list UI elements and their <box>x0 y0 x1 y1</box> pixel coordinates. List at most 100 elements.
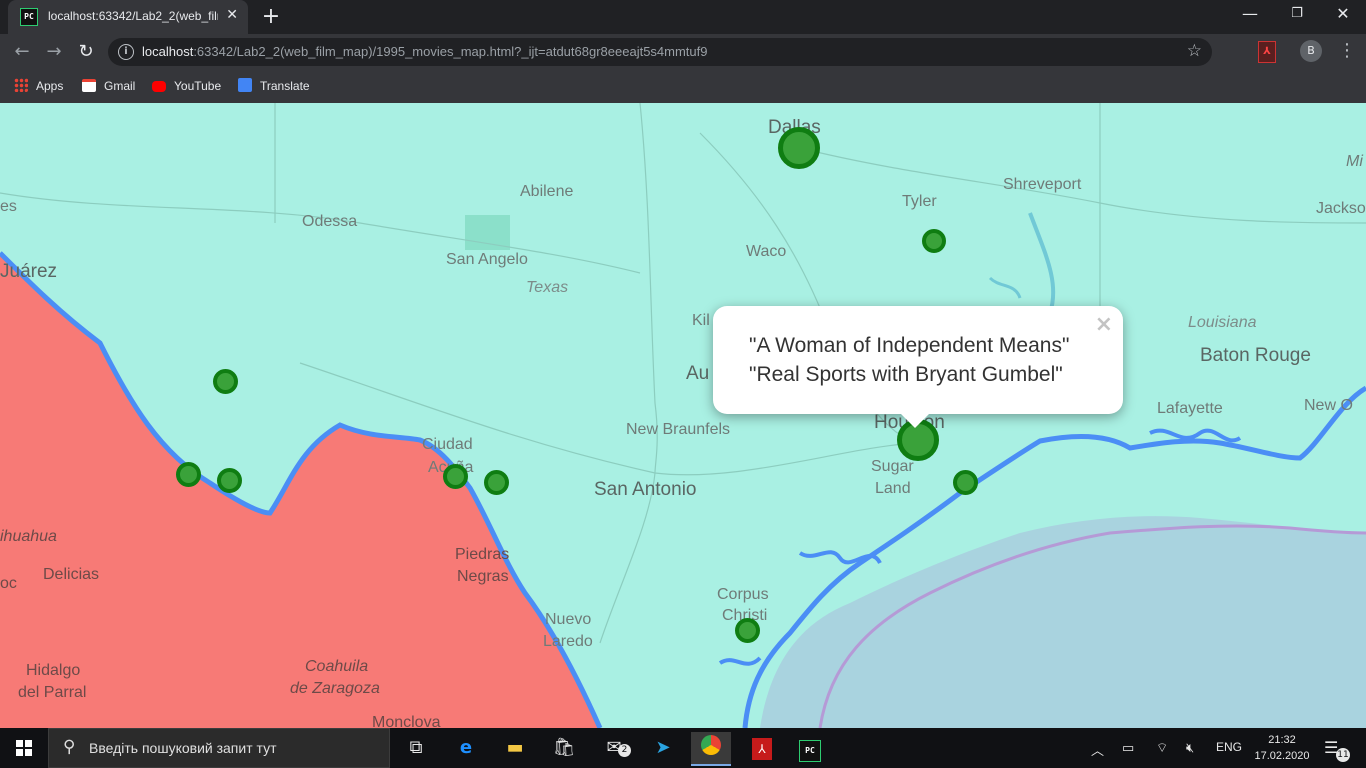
label-shreveport: Shreveport <box>1003 176 1082 193</box>
popup-film-title: "Real Sports with Bryant Gumbel" <box>749 363 1063 386</box>
chrome-menu-icon[interactable]: ⋮ <box>1338 40 1356 62</box>
minimize-button[interactable]: — <box>1236 4 1264 23</box>
label-juarez: Juárez <box>0 261 58 282</box>
bookmark-apps[interactable]: Apps <box>14 77 63 95</box>
url-text[interactable]: localhost:63342/Lab2_2(web_film_map)/199… <box>142 44 708 59</box>
map-marker[interactable] <box>176 462 201 487</box>
pdf-extension-icon[interactable]: ⅄ <box>1258 41 1276 63</box>
label-abilene: Abilene <box>520 183 574 200</box>
label-lafayette: Lafayette <box>1157 400 1223 417</box>
map-marker[interactable] <box>213 369 238 394</box>
browser-toolbar: ← → ↻ i localhost:63342/Lab2_2(web_film_… <box>0 34 1366 70</box>
notifications-icon[interactable]: ☰ 11 <box>1324 738 1350 762</box>
tray-chevron-icon[interactable]: ︿ <box>1091 740 1104 759</box>
pycharm-favicon-icon: PC <box>20 8 38 26</box>
label-monclova: Monclova <box>372 714 441 728</box>
bookmark-youtube[interactable]: YouTube <box>152 77 221 95</box>
label-tyler: Tyler <box>902 193 937 210</box>
label-kil: Kil <box>692 312 710 329</box>
search-icon: ⚲ <box>63 737 76 757</box>
profile-avatar[interactable]: B <box>1300 40 1322 62</box>
label-chihuahua: ihuahua <box>0 528 57 545</box>
windows-start-icon[interactable] <box>16 740 32 756</box>
label-san-angelo: San Angelo <box>446 251 528 268</box>
windows-taskbar: ⚲ Введіть пошуковий запит тут ⧉ e ▬ 🛍 ✉ 2… <box>0 728 1366 768</box>
restore-button[interactable]: ❐ <box>1283 6 1311 21</box>
map-marker[interactable] <box>484 470 509 495</box>
acrobat-icon[interactable]: ⅄ <box>742 734 782 762</box>
battery-icon[interactable]: ▭ <box>1122 740 1134 756</box>
map-marker[interactable] <box>953 470 978 495</box>
edge-icon[interactable]: e <box>446 734 486 762</box>
label-texas: Texas <box>526 279 569 296</box>
telegram-icon[interactable]: ➤ <box>643 734 683 762</box>
search-placeholder: Введіть пошуковий запит тут <box>89 740 277 756</box>
label-baton-rouge: Baton Rouge <box>1200 345 1311 366</box>
label-new-braunfels: New Braunfels <box>626 421 731 438</box>
translate-icon <box>238 78 252 92</box>
label-delicias: Delicias <box>43 566 100 583</box>
popup-film-title: "A Woman of Independent Means" <box>749 334 1070 357</box>
clock-time: 21:32 <box>1268 734 1296 746</box>
map-view[interactable]: Dallas Abilene Shreveport Tyler Jackso M… <box>0 103 1366 728</box>
taskbar-search-input[interactable]: ⚲ Введіть пошуковий запит тут <box>48 728 390 768</box>
tab-strip: PC localhost:63342/Lab2_2(web_film_map) … <box>0 0 1366 34</box>
bookmark-star-icon[interactable]: ☆ <box>1187 41 1202 61</box>
label-oc: oc <box>0 575 17 592</box>
label-hidalgo: Hidalgo <box>26 662 81 679</box>
reload-button[interactable]: ↻ <box>74 40 98 64</box>
wifi-icon[interactable]: ⌔ <box>1156 740 1168 756</box>
popup-close-button[interactable]: × <box>1095 312 1113 337</box>
tab-close-icon[interactable]: ✕ <box>226 7 238 23</box>
label-corpus: Corpus <box>717 586 769 603</box>
bookmark-label: YouTube <box>174 79 222 93</box>
bookmarks-bar: Apps Gmail YouTube Translate <box>0 70 1366 104</box>
label-laredo: Laredo <box>543 633 593 650</box>
map-popup: × "A Woman of Independent Means" "Real S… <box>713 306 1123 428</box>
map-marker[interactable] <box>922 229 946 253</box>
store-icon[interactable]: 🛍 <box>544 734 584 762</box>
task-view-icon[interactable]: ⧉ <box>396 734 436 762</box>
label-piedras: Piedras <box>455 546 510 563</box>
back-button[interactable]: ← <box>10 40 34 64</box>
label-ciudad: Ciudad <box>422 436 473 453</box>
map-marker[interactable] <box>735 618 760 643</box>
close-window-button[interactable]: ✕ <box>1329 4 1357 23</box>
notifications-badge: 11 <box>1336 748 1350 762</box>
site-info-icon[interactable]: i <box>118 44 134 60</box>
mail-icon[interactable]: ✉ 2 <box>594 734 634 762</box>
clock-date: 17.02.2020 <box>1254 750 1310 762</box>
label-odessa: Odessa <box>302 213 358 230</box>
label-nuevo: Nuevo <box>545 611 592 628</box>
bookmark-label: Gmail <box>104 79 136 93</box>
bookmark-translate[interactable]: Translate <box>238 77 310 95</box>
map-marker[interactable] <box>217 468 242 493</box>
label-jackson: Jackso <box>1316 200 1366 217</box>
browser-tab[interactable]: PC localhost:63342/Lab2_2(web_film_map) … <box>8 0 248 34</box>
label-san-antonio: San Antonio <box>594 479 697 500</box>
label-coahuila: Coahuila <box>305 658 369 675</box>
label-es: es <box>0 198 17 215</box>
label-negras: Negras <box>457 568 509 585</box>
label-mi: Mi <box>1346 153 1363 170</box>
pycharm-icon[interactable]: PC <box>790 734 830 762</box>
address-bar[interactable]: i localhost:63342/Lab2_2(web_film_map)/1… <box>108 38 1212 66</box>
language-indicator[interactable]: ENG <box>1216 740 1242 754</box>
label-new-orleans: New O <box>1304 397 1353 414</box>
taskbar-clock[interactable]: 21:32 17.02.2020 <box>1252 732 1312 764</box>
bookmark-label: Apps <box>36 79 64 93</box>
youtube-icon <box>152 81 166 92</box>
file-explorer-icon[interactable]: ▬ <box>495 734 535 762</box>
new-tab-button[interactable]: + <box>260 4 282 29</box>
label-sugar: Sugar <box>871 458 914 475</box>
bookmark-gmail[interactable]: Gmail <box>82 77 135 95</box>
map-marker[interactable] <box>443 464 468 489</box>
label-waco: Waco <box>746 243 787 260</box>
volume-muted-icon[interactable]: 🔇︎ <box>1186 740 1194 756</box>
url-host: localhost <box>142 44 194 59</box>
map-marker[interactable] <box>778 127 820 169</box>
forward-button[interactable]: → <box>42 40 66 64</box>
label-louisiana: Louisiana <box>1188 314 1257 331</box>
chrome-taskbar-icon[interactable] <box>691 732 731 766</box>
mail-badge: 2 <box>618 744 631 757</box>
